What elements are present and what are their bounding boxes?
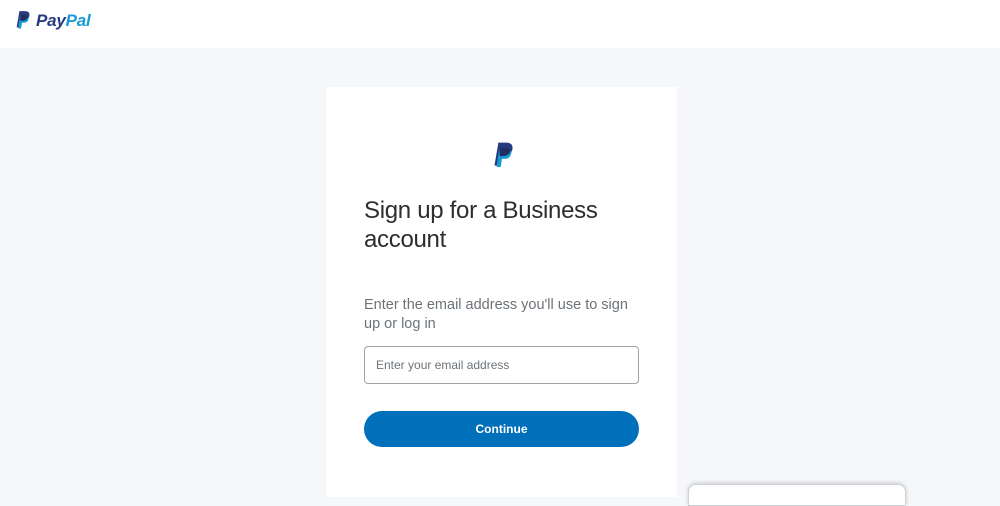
paypal-monogram-icon [494, 142, 513, 168]
paypal-logo-icon [16, 11, 30, 29]
email-instructions: Enter the email address you'll use to si… [364, 297, 628, 332]
paypal-home-link[interactable]: PayPal [12, 10, 91, 32]
continue-button[interactable]: Continue [364, 411, 639, 447]
brand-word-pay: Pay [36, 11, 66, 30]
floating-panel-edge [688, 484, 906, 506]
email-field[interactable] [364, 346, 639, 384]
paypal-wordmark: PayPal [36, 10, 91, 32]
signup-card: Sign up for a Business account Enter the… [326, 87, 677, 497]
page-title: Sign up for a Business account [364, 197, 598, 253]
top-navigation-bar: PayPal [0, 0, 1000, 48]
brand-word-pal: Pal [65, 11, 91, 30]
